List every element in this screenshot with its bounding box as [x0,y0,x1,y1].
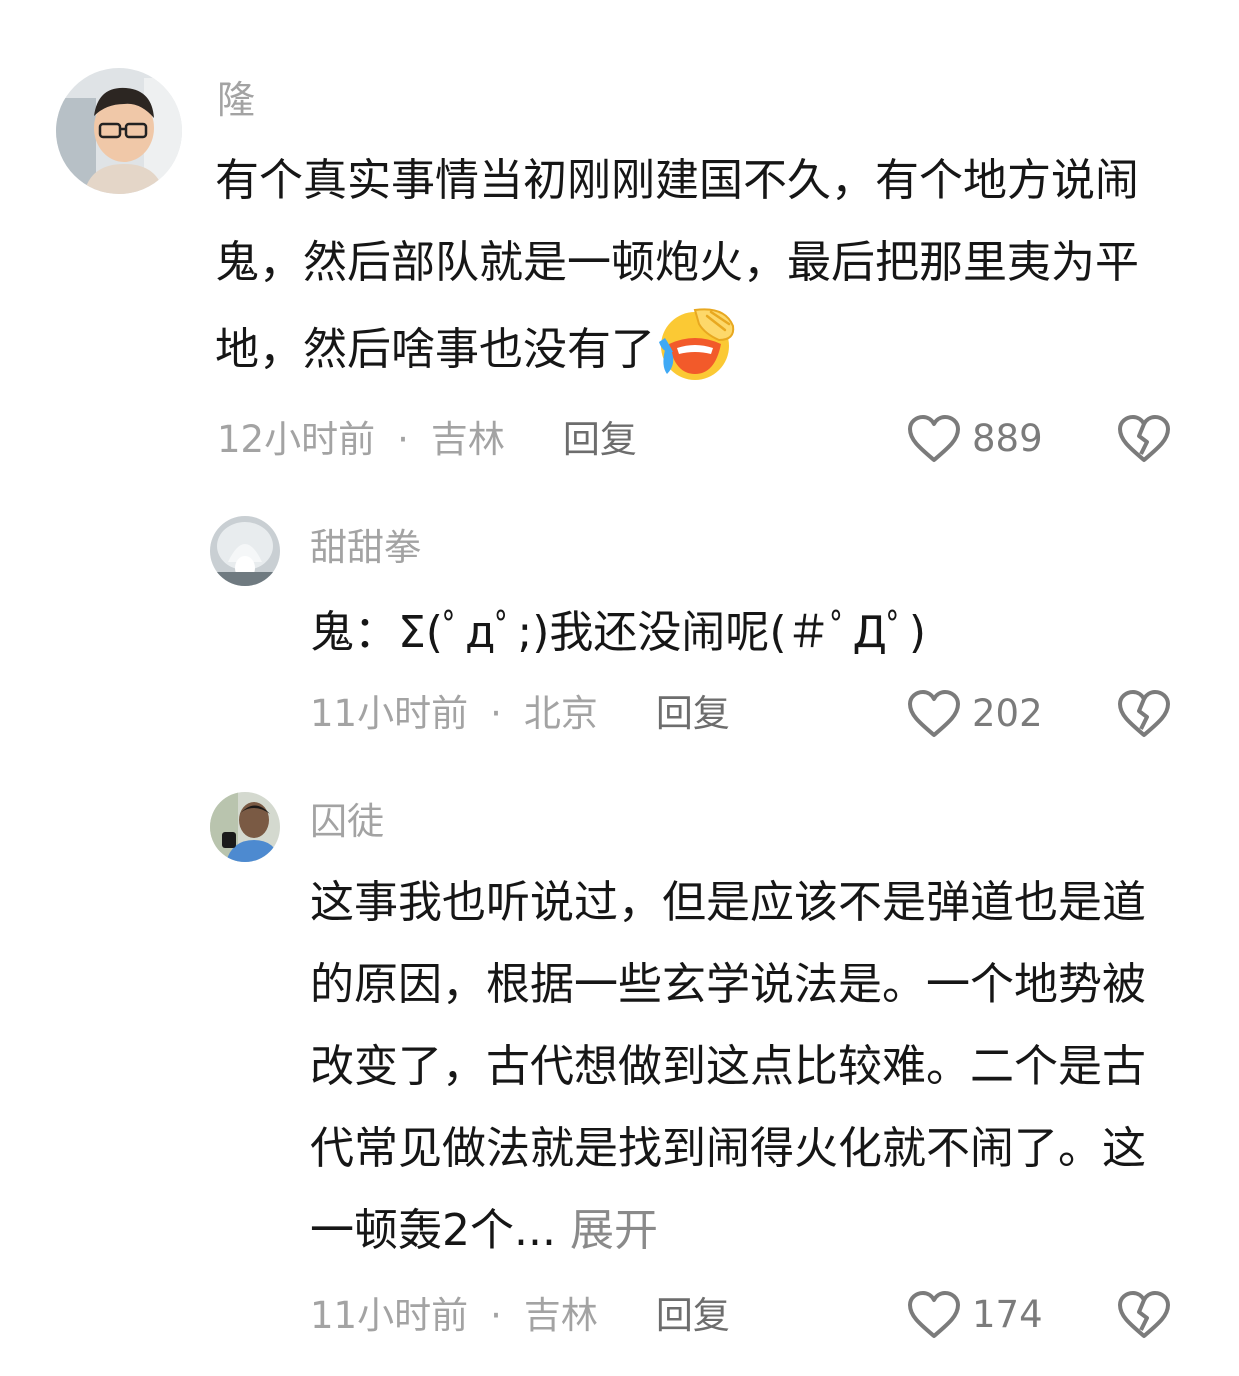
dislike-button[interactable] [1116,1290,1172,1340]
username[interactable]: 甜甜拳 [310,526,421,570]
comment-text: 这事我也听说过，但是应该不是弹道也是道的原因，根据一些玄学说法是。一个地势被改变… [310,862,1180,1272]
reply-button[interactable]: 回复 [656,1294,730,1338]
dislike-button[interactable] [1116,414,1172,464]
heart-outline-icon [906,689,972,739]
broken-heart-icon [1116,414,1172,464]
meta-separator: · [490,692,502,735]
like-button[interactable]: 202 [906,689,1043,739]
comment-meta: 11小时前 · 吉林 回复 [310,1294,730,1338]
comment-meta: 12小时前 · 吉林 回复 [217,418,637,462]
username[interactable]: 囚徒 [310,800,384,844]
heart-outline-icon [906,1290,972,1340]
reply-button[interactable]: 回复 [656,692,730,736]
meta-separator: · [397,418,409,461]
ip-location: 吉林 [430,418,505,461]
like-count: 202 [972,692,1043,735]
like-button[interactable]: 889 [906,414,1043,464]
timestamp: 11小时前 [310,1294,469,1337]
username[interactable]: 隆 [217,78,255,122]
avatar[interactable] [56,68,182,194]
avatar[interactable] [210,792,280,862]
broken-heart-icon [1116,1290,1172,1340]
comment-text: 鬼：Σ(ﾟдﾟ;)我还没闹呢(＃ﾟДﾟ) [310,607,927,658]
like-count: 889 [972,417,1043,460]
ip-location: 吉林 [523,1294,598,1337]
reply-button[interactable]: 回复 [563,418,637,462]
broken-heart-icon [1116,689,1172,739]
comment-text: 有个真实事情当初刚刚建国不久，有个地方说闹鬼，然后部队就是一顿炮火，最后把那里夷… [215,140,1185,391]
heart-outline-icon [906,414,972,464]
timestamp: 12小时前 [217,418,376,461]
crying-laughing-emoji-icon [655,304,737,382]
avatar[interactable] [210,516,280,586]
dislike-button[interactable] [1116,689,1172,739]
ip-location: 北京 [523,692,598,735]
timestamp: 11小时前 [310,692,469,735]
meta-separator: · [490,1294,502,1337]
expand-button[interactable]: 展开 [570,1205,658,1256]
like-count: 174 [972,1293,1043,1336]
like-button[interactable]: 174 [906,1290,1043,1340]
comment-meta: 11小时前 · 北京 回复 [310,692,730,736]
comment-text-content: 这事我也听说过，但是应该不是弹道也是道的原因，根据一些玄学说法是。一个地势被改变… [310,877,1146,1256]
